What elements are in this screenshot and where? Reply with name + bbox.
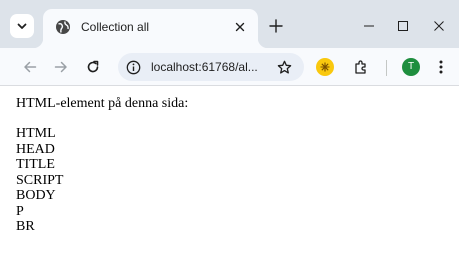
chevron-down-icon bbox=[17, 23, 27, 29]
minimize-button[interactable] bbox=[355, 12, 383, 40]
window-close-button[interactable] bbox=[425, 12, 453, 40]
spark-icon bbox=[320, 62, 330, 72]
extensions-button[interactable] bbox=[348, 54, 374, 80]
list-item: HEAD bbox=[16, 141, 55, 157]
reload-icon bbox=[87, 60, 99, 73]
tab-search-button[interactable] bbox=[10, 14, 34, 38]
kebab-menu-icon bbox=[439, 60, 443, 74]
close-icon bbox=[235, 22, 245, 32]
browser-toolbar: localhost:61768/al... T bbox=[0, 48, 459, 86]
address-bar[interactable]: localhost:61768/al... bbox=[118, 53, 304, 81]
list-item: P bbox=[16, 203, 24, 219]
list-item: BR bbox=[16, 219, 35, 234]
puzzle-icon bbox=[355, 60, 366, 74]
info-icon bbox=[126, 60, 140, 74]
plus-icon bbox=[269, 19, 283, 33]
bookmark-button[interactable] bbox=[274, 57, 294, 77]
maximize-icon bbox=[398, 21, 408, 31]
profile-avatar[interactable]: T bbox=[402, 58, 420, 76]
site-info-button[interactable] bbox=[122, 56, 144, 78]
tab-strip: Collection all bbox=[0, 0, 459, 48]
page-content: HTML-element på denna sida: HTML HEAD TI… bbox=[0, 87, 459, 265]
list-item: BODY bbox=[16, 188, 56, 203]
reload-button[interactable] bbox=[80, 54, 106, 80]
globe-icon bbox=[56, 20, 70, 34]
minimize-icon bbox=[364, 25, 374, 27]
tab-title: Collection all bbox=[81, 20, 150, 34]
element-list: HTML HEAD TITLE SCRIPT BODY P BR bbox=[16, 126, 459, 235]
list-item: SCRIPT bbox=[16, 172, 64, 188]
close-icon bbox=[434, 21, 444, 31]
active-tab[interactable]: Collection all bbox=[33, 9, 268, 48]
extension-icon[interactable] bbox=[316, 58, 334, 76]
browser-menu-button[interactable] bbox=[428, 54, 454, 80]
new-tab-button[interactable] bbox=[264, 14, 288, 38]
address-text: localhost:61768/al... bbox=[151, 60, 258, 74]
list-item: TITLE bbox=[16, 157, 55, 172]
forward-button[interactable] bbox=[48, 54, 74, 80]
toolbar-divider bbox=[386, 60, 387, 76]
maximize-button[interactable] bbox=[389, 12, 417, 40]
intro-text: HTML-element på denna sida: bbox=[16, 96, 189, 111]
star-icon bbox=[277, 60, 291, 74]
back-button[interactable] bbox=[17, 54, 43, 80]
tab-close-button[interactable] bbox=[230, 17, 250, 37]
arrow-right-icon bbox=[54, 61, 67, 73]
arrow-left-icon bbox=[24, 61, 37, 73]
list-item: HTML bbox=[16, 126, 56, 141]
